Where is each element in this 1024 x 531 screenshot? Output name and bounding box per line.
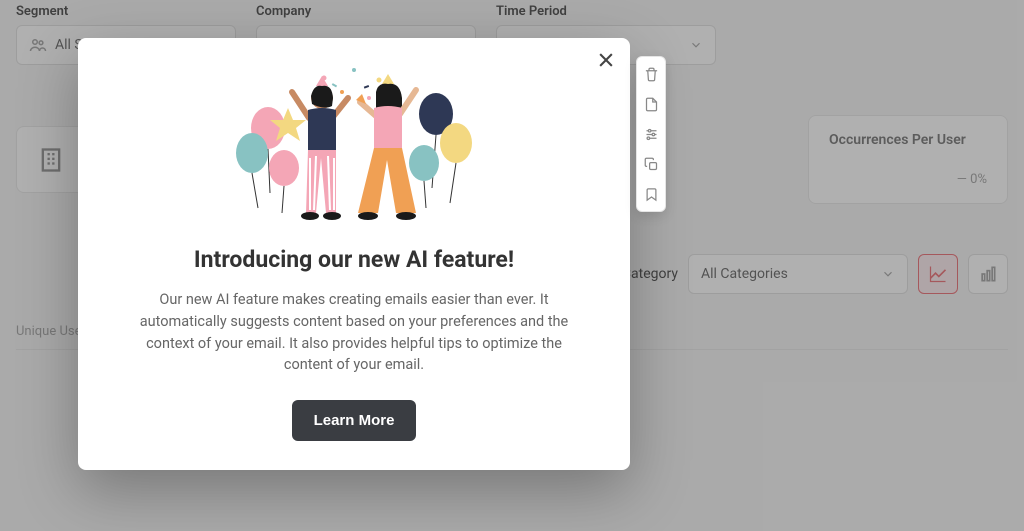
bookmark-icon <box>644 187 659 202</box>
modal-title: Introducing our new AI feature! <box>194 246 514 273</box>
bookmark-button[interactable] <box>642 185 660 203</box>
document-icon <box>644 97 659 112</box>
ai-feature-modal: Introducing our new AI feature! Our new … <box>78 38 630 470</box>
copy-icon <box>644 157 659 172</box>
floating-toolbar <box>636 56 666 212</box>
trash-icon <box>644 67 659 82</box>
delete-button[interactable] <box>642 65 660 83</box>
close-icon <box>596 50 616 70</box>
settings-button[interactable] <box>642 125 660 143</box>
copy-button[interactable] <box>642 95 660 113</box>
close-button[interactable] <box>596 50 616 70</box>
modal-body: Our new AI feature makes creating emails… <box>128 289 580 376</box>
sliders-icon <box>644 127 659 142</box>
learn-more-button[interactable]: Learn More <box>292 400 417 441</box>
celebration-illustration <box>224 58 484 238</box>
duplicate-button[interactable] <box>642 155 660 173</box>
